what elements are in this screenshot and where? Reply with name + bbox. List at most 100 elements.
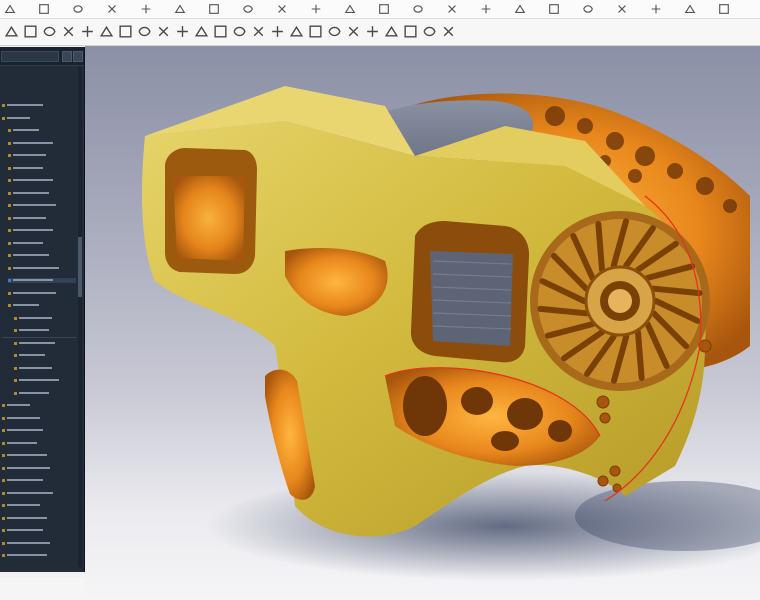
tree-item[interactable]: [2, 103, 76, 108]
measure-button[interactable]: [480, 3, 492, 15]
tree-item-label: [7, 529, 43, 531]
tree-item[interactable]: [8, 128, 76, 133]
tree-item[interactable]: [14, 378, 76, 383]
node-icon: [8, 216, 11, 220]
move-button[interactable]: [194, 24, 209, 39]
tree-item[interactable]: [8, 303, 76, 308]
thermal-button[interactable]: [327, 24, 342, 39]
light-button[interactable]: [582, 3, 594, 15]
tree-item[interactable]: [8, 241, 76, 246]
tree-item[interactable]: [2, 416, 76, 421]
node-icon: [2, 466, 5, 470]
constraint-icon: [448, 5, 456, 13]
tree-item[interactable]: [2, 528, 76, 533]
simulate-button[interactable]: [289, 24, 304, 39]
tree-item[interactable]: [8, 228, 76, 233]
tree-item[interactable]: [14, 316, 76, 321]
tree-item[interactable]: [2, 478, 76, 483]
export-button[interactable]: [384, 24, 399, 39]
extend-button[interactable]: [276, 3, 288, 15]
tree-item[interactable]: [8, 141, 76, 146]
split-button[interactable]: [156, 24, 171, 39]
tree-item[interactable]: [8, 166, 76, 171]
tree-item-label: [7, 554, 47, 556]
mirror-button[interactable]: [344, 3, 356, 15]
shell-button[interactable]: [99, 24, 114, 39]
new-sketch-button[interactable]: [4, 24, 19, 39]
help-button[interactable]: [718, 3, 730, 15]
grid-button[interactable]: [422, 24, 437, 39]
sweep-button[interactable]: [61, 24, 76, 39]
panel-close-button[interactable]: [73, 51, 83, 62]
stress-button[interactable]: [308, 24, 323, 39]
tree-item[interactable]: [2, 466, 76, 471]
press-pull-button[interactable]: [232, 24, 247, 39]
optimize-button[interactable]: [346, 24, 361, 39]
tree-item[interactable]: [2, 403, 76, 408]
tree-item[interactable]: [8, 278, 76, 283]
line-button[interactable]: [72, 3, 84, 15]
mesh-button[interactable]: [270, 24, 285, 39]
constraint-button[interactable]: [446, 3, 458, 15]
lattice-button[interactable]: [365, 24, 380, 39]
search-input[interactable]: [1, 51, 59, 62]
tree-item-label: [13, 179, 53, 181]
view-cube-button[interactable]: [403, 24, 418, 39]
pattern-button[interactable]: [378, 3, 390, 15]
dimension-button[interactable]: [412, 3, 424, 15]
generative-design-button[interactable]: [251, 24, 266, 39]
tree-item[interactable]: [14, 353, 76, 358]
tree-item[interactable]: [8, 203, 76, 208]
display-settings-button[interactable]: [441, 24, 456, 39]
hole-button[interactable]: [118, 24, 133, 39]
panel-options-button[interactable]: [62, 51, 72, 62]
combine-icon: [177, 26, 188, 37]
section-button[interactable]: [514, 3, 526, 15]
tree-item[interactable]: [2, 441, 76, 446]
align-button[interactable]: [213, 24, 228, 39]
loft-button[interactable]: [80, 24, 95, 39]
tree-item[interactable]: [8, 266, 76, 271]
thread-button[interactable]: [137, 24, 152, 39]
tree-item[interactable]: [8, 153, 76, 158]
trim-button[interactable]: [242, 3, 254, 15]
tree-item[interactable]: [14, 328, 76, 333]
tree-item[interactable]: [14, 391, 76, 396]
extrude-button[interactable]: [23, 24, 38, 39]
arc-button[interactable]: [106, 3, 118, 15]
tree-item[interactable]: [2, 428, 76, 433]
scrollbar-thumb[interactable]: [78, 237, 82, 297]
cursor-button[interactable]: [4, 3, 16, 15]
tree-item[interactable]: [2, 503, 76, 508]
combine-button[interactable]: [175, 24, 190, 39]
render-button[interactable]: [548, 3, 560, 15]
material-button[interactable]: [616, 3, 628, 15]
settings-button[interactable]: [684, 3, 696, 15]
model-viewport[interactable]: [85, 46, 760, 600]
panel-scrollbar[interactable]: [78, 67, 82, 567]
tree-item[interactable]: [8, 191, 76, 196]
offset-button[interactable]: [310, 3, 322, 15]
tree-item[interactable]: [14, 341, 76, 346]
pencil-button[interactable]: [38, 3, 50, 15]
mesh-icon: [272, 26, 283, 37]
tree-item[interactable]: [8, 216, 76, 221]
fillet-button[interactable]: [208, 3, 220, 15]
tree-item[interactable]: [2, 491, 76, 496]
tree-item-label: [19, 354, 45, 356]
tree-item[interactable]: [8, 178, 76, 183]
render-icon: [549, 4, 559, 14]
tree-item[interactable]: [8, 291, 76, 296]
tree-item[interactable]: [2, 516, 76, 521]
camera-button[interactable]: [650, 3, 662, 15]
tree-item[interactable]: [2, 116, 76, 121]
tree-item[interactable]: [2, 453, 76, 458]
revolve-button[interactable]: [42, 24, 57, 39]
tree-item[interactable]: [14, 366, 76, 371]
curve-button[interactable]: [140, 3, 152, 15]
tree-item[interactable]: [2, 541, 76, 546]
spline-button[interactable]: [174, 3, 186, 15]
tree-item[interactable]: [8, 253, 76, 258]
press-pull-icon: [233, 26, 246, 37]
tree-item[interactable]: [2, 553, 76, 558]
